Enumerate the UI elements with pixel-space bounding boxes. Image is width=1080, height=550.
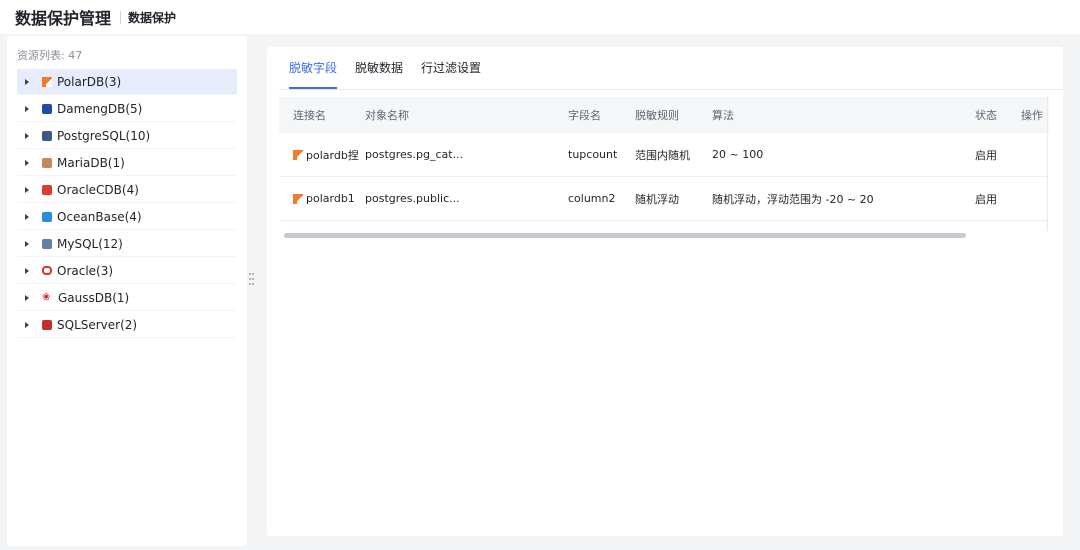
caret-right-icon[interactable] bbox=[25, 159, 29, 166]
tree-item-label: GaussDB(1) bbox=[58, 290, 130, 305]
title-divider bbox=[120, 10, 122, 24]
damengdb-icon bbox=[42, 103, 52, 114]
tree-item-label: PostgreSQL(10) bbox=[57, 128, 151, 143]
cell-conn: polardb1 bbox=[279, 192, 365, 205]
tab-divider bbox=[279, 89, 1063, 90]
col-header-algorithm: 算法 bbox=[712, 109, 734, 122]
gaussdb-icon: ❀ bbox=[42, 291, 51, 303]
cell-rule: 随机浮动 bbox=[635, 192, 679, 206]
cell-field: column2 bbox=[568, 192, 616, 205]
tab-masked-fields[interactable]: 脱敏字段 bbox=[289, 47, 338, 89]
tree-item-oceanbase[interactable]: OceanBase(4) bbox=[17, 204, 237, 230]
table-right-border bbox=[1047, 97, 1048, 231]
resource-count: 资源列表: 47 bbox=[17, 49, 83, 62]
cell-rule: 范围内随机 bbox=[635, 148, 690, 162]
cell-object: postgres.public... bbox=[365, 192, 460, 205]
tree-item-label: MySQL(12) bbox=[57, 236, 123, 251]
caret-right-icon[interactable] bbox=[25, 132, 29, 139]
oraclecdb-icon bbox=[42, 184, 52, 195]
resource-sidebar: 资源列表: 47 PolarDB(3) DamengDB(5) PostgreS… bbox=[7, 36, 247, 546]
masked-fields-table: 连接名 对象名称 字段名 脱敏规则 算法 状态 操作 polardb捏 post… bbox=[279, 97, 1049, 231]
tree-item-gaussdb[interactable]: ❀ GaussDB(1) bbox=[17, 285, 237, 311]
tree-item-label: DamengDB(5) bbox=[57, 101, 143, 116]
tree-item-mysql[interactable]: MySQL(12) bbox=[17, 231, 237, 257]
cell-status: 启用 bbox=[975, 148, 997, 162]
caret-right-icon[interactable] bbox=[25, 294, 29, 301]
mysql-icon bbox=[42, 238, 52, 249]
grip-dot bbox=[252, 278, 254, 280]
grip-dot bbox=[249, 273, 251, 275]
tree-item-oraclecdb[interactable]: OracleCDB(4) bbox=[17, 177, 237, 203]
caret-right-icon[interactable] bbox=[25, 78, 29, 85]
tree-item-label: PolarDB(3) bbox=[57, 74, 122, 89]
caret-right-icon[interactable] bbox=[25, 213, 29, 220]
grip-dot bbox=[249, 283, 251, 285]
tree-item-mariadb[interactable]: MariaDB(1) bbox=[17, 150, 237, 176]
grip-dot bbox=[252, 273, 254, 275]
table-header: 连接名 对象名称 字段名 脱敏规则 算法 状态 操作 bbox=[279, 97, 1049, 133]
table-row[interactable]: polardb1 postgres.public... column2 随机浮动… bbox=[279, 177, 1049, 221]
tab-masked-data[interactable]: 脱敏数据 bbox=[355, 47, 403, 89]
table-row[interactable]: polardb捏 postgres.pg_cat... tupcount 范围内… bbox=[279, 133, 1049, 177]
cell-object: postgres.pg_cat... bbox=[365, 148, 464, 161]
tab-bar: 脱敏字段 脱敏数据 行过滤设置 bbox=[289, 47, 499, 89]
tab-row-filter-settings[interactable]: 行过滤设置 bbox=[421, 47, 481, 89]
col-header-object: 对象名称 bbox=[365, 109, 409, 122]
postgresql-icon bbox=[42, 130, 52, 141]
tree-item-label: OceanBase(4) bbox=[57, 209, 142, 224]
tree-item-label: Oracle(3) bbox=[57, 263, 114, 278]
mariadb-icon bbox=[42, 157, 52, 168]
tree-item-oracle[interactable]: Oracle(3) bbox=[17, 258, 237, 284]
tree-item-polardb[interactable]: PolarDB(3) bbox=[17, 69, 237, 95]
col-header-rule: 脱敏规则 bbox=[635, 109, 679, 122]
col-header-field: 字段名 bbox=[568, 109, 601, 122]
oceanbase-icon bbox=[42, 211, 52, 222]
page-title: 数据保护管理 bbox=[15, 9, 112, 28]
oracle-icon bbox=[42, 266, 52, 275]
caret-right-icon[interactable] bbox=[25, 321, 29, 328]
sqlserver-icon bbox=[42, 319, 52, 330]
col-header-operation: 操作 bbox=[1021, 109, 1043, 122]
caret-right-icon[interactable] bbox=[25, 105, 29, 112]
breadcrumb-current: 数据保护 bbox=[128, 10, 177, 25]
resize-handle[interactable] bbox=[249, 273, 254, 287]
tree-item-label: SQLServer(2) bbox=[57, 317, 138, 332]
caret-right-icon[interactable] bbox=[25, 186, 29, 193]
tree-item-sqlserver[interactable]: SQLServer(2) bbox=[17, 312, 237, 338]
polardb-icon bbox=[42, 76, 52, 87]
tree-item-label: MariaDB(1) bbox=[57, 155, 125, 170]
cell-conn-text: polardb捏 bbox=[306, 148, 359, 162]
col-header-status: 状态 bbox=[975, 109, 997, 122]
cell-algorithm: 随机浮动，浮动范围为 -20 ~ 20 bbox=[712, 192, 874, 206]
tree-item-postgresql[interactable]: PostgreSQL(10) bbox=[17, 123, 237, 149]
polardb-icon bbox=[293, 149, 303, 160]
cell-field: tupcount bbox=[568, 148, 618, 161]
tree-item-damengdb[interactable]: DamengDB(5) bbox=[17, 96, 237, 122]
main-area: 脱敏字段 脱敏数据 行过滤设置 连接名 对象名称 字段名 脱敏规则 算法 状态 … bbox=[255, 36, 1074, 546]
cell-conn: polardb捏 bbox=[279, 147, 365, 163]
tree-item-label: OracleCDB(4) bbox=[57, 182, 139, 197]
cell-algorithm: 20 ~ 100 bbox=[712, 148, 764, 161]
caret-right-icon[interactable] bbox=[25, 240, 29, 247]
cell-conn-text: polardb1 bbox=[306, 192, 355, 205]
caret-right-icon[interactable] bbox=[25, 267, 29, 274]
page-header: 数据保护管理 数据保护 bbox=[0, 0, 1080, 34]
grip-dot bbox=[249, 278, 251, 280]
horizontal-scrollbar[interactable] bbox=[284, 233, 966, 238]
col-header-conn: 连接名 bbox=[293, 109, 326, 122]
polardb-icon bbox=[293, 193, 303, 204]
content-panel: 脱敏字段 脱敏数据 行过滤设置 连接名 对象名称 字段名 脱敏规则 算法 状态 … bbox=[267, 47, 1063, 536]
grip-dot bbox=[252, 283, 254, 285]
cell-status: 启用 bbox=[975, 192, 997, 206]
